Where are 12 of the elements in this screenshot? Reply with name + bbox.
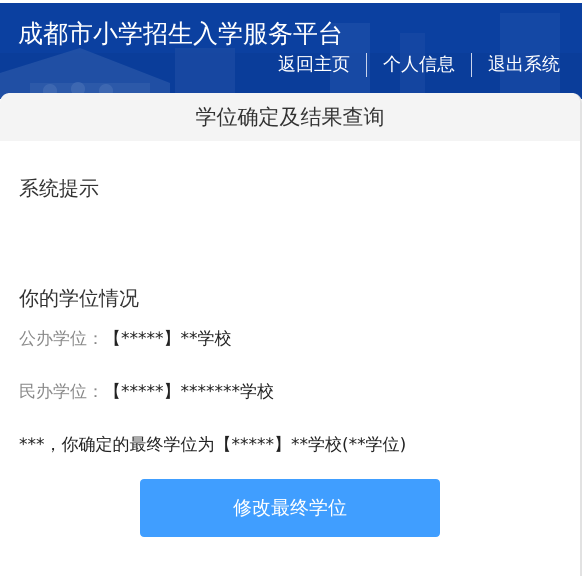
field-label: 民办学位： xyxy=(19,382,104,402)
result-text: ***，你确定的最终学位为【*****】**学校(**学位) xyxy=(19,434,408,457)
section-heading: 你的学位情况 xyxy=(19,285,140,312)
site-title: 成都市小学招生入学服务平台 xyxy=(18,18,344,50)
card-title: 学位确定及结果查询 xyxy=(0,93,580,141)
notice-heading: 系统提示 xyxy=(19,175,100,202)
nav-link[interactable]: 返回主页 xyxy=(262,53,350,77)
field-label: 公办学位： xyxy=(19,329,104,349)
nav-link[interactable]: 个人信息 xyxy=(366,53,455,77)
field-value: 【*****】**学校 xyxy=(104,329,232,349)
field-value: 【*****】*******学校 xyxy=(104,382,274,402)
nav-link[interactable]: 退出系统 xyxy=(471,53,560,77)
